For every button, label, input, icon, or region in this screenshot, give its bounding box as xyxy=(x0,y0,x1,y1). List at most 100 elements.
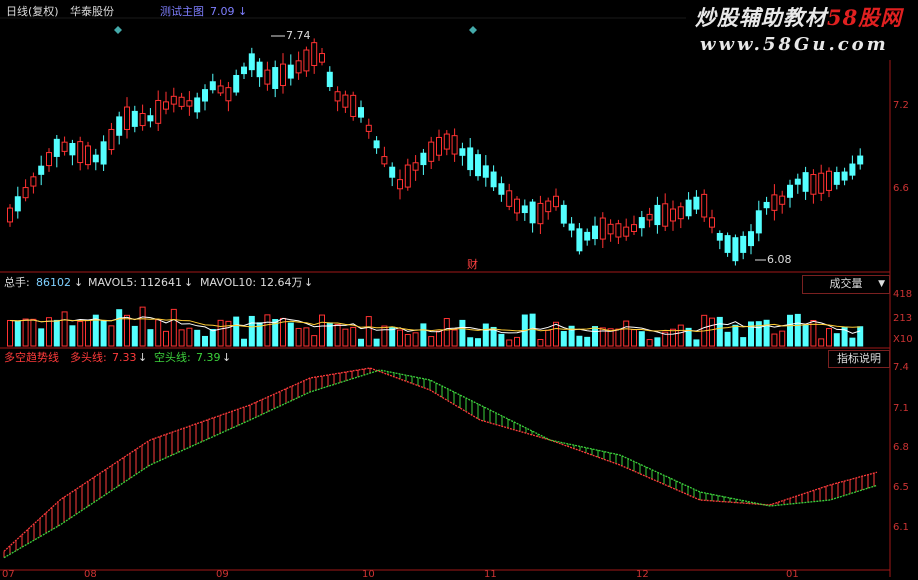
candle-body[interactable] xyxy=(381,156,388,165)
candle-body[interactable] xyxy=(124,106,130,130)
volume-bar[interactable] xyxy=(381,325,388,347)
volume-bar[interactable] xyxy=(264,314,271,347)
candle-body[interactable] xyxy=(701,193,708,218)
long-trend-line[interactable] xyxy=(3,367,878,552)
volume-bar[interactable] xyxy=(677,324,684,347)
trend-lines[interactable] xyxy=(3,367,878,559)
volume-bar[interactable] xyxy=(303,327,310,347)
volume-bar[interactable] xyxy=(14,320,21,347)
volume-bar[interactable] xyxy=(404,334,411,347)
volume-bar[interactable] xyxy=(506,339,513,347)
candle-body[interactable] xyxy=(311,42,318,66)
candle-body[interactable] xyxy=(506,190,513,207)
candle-body[interactable] xyxy=(155,99,162,124)
event-marker-icon[interactable] xyxy=(114,26,122,34)
volume-bar[interactable] xyxy=(857,326,864,347)
candle-body[interactable] xyxy=(810,174,817,195)
candle-body[interactable] xyxy=(545,200,552,213)
candle-body[interactable] xyxy=(186,100,193,107)
finance-marker[interactable]: 财 xyxy=(467,258,478,272)
candle-body[interactable] xyxy=(677,206,684,220)
indicator-selector[interactable]: 成交量 ▼ xyxy=(802,275,890,294)
candle-body[interactable] xyxy=(334,91,341,102)
volume-bar[interactable] xyxy=(77,321,84,347)
candle-body[interactable] xyxy=(53,138,60,157)
candle-body[interactable] xyxy=(802,172,809,192)
candle-body[interactable] xyxy=(498,183,505,195)
volume-bar[interactable] xyxy=(108,325,115,347)
volume-bar[interactable] xyxy=(358,338,364,347)
candle-body[interactable] xyxy=(170,95,177,105)
candle-body[interactable] xyxy=(615,223,622,238)
volume-bar[interactable] xyxy=(178,329,185,347)
event-marker-icon[interactable] xyxy=(469,26,477,34)
candle-body[interactable] xyxy=(553,195,559,208)
candle-body[interactable] xyxy=(787,184,793,198)
candle-body[interactable] xyxy=(85,145,91,166)
candle-body[interactable] xyxy=(771,194,778,211)
volume-bar[interactable] xyxy=(794,313,801,347)
candle-body[interactable] xyxy=(14,196,21,212)
volume-bar[interactable] xyxy=(818,338,825,347)
volume-bar[interactable] xyxy=(646,339,653,347)
candle-body[interactable] xyxy=(826,170,832,191)
candle-body[interactable] xyxy=(373,140,380,149)
volume-bar[interactable] xyxy=(670,328,676,347)
candle-body[interactable] xyxy=(92,154,99,163)
candle-body[interactable] xyxy=(116,116,123,136)
candle-body[interactable] xyxy=(443,133,450,150)
volume-bar[interactable] xyxy=(553,321,559,347)
candle-body[interactable] xyxy=(365,124,372,132)
volume-bar[interactable] xyxy=(53,319,60,347)
candle-body[interactable] xyxy=(202,89,208,102)
volume-bar[interactable] xyxy=(584,336,591,347)
volume-bar[interactable] xyxy=(459,319,466,347)
candle-body[interactable] xyxy=(264,69,271,85)
candle-body[interactable] xyxy=(233,75,240,93)
volume-bar[interactable] xyxy=(139,306,146,347)
volume-bar[interactable] xyxy=(763,319,770,347)
candle-body[interactable] xyxy=(280,63,286,87)
volume-bar[interactable] xyxy=(420,323,427,347)
candle-body[interactable] xyxy=(521,205,528,214)
volume-bar[interactable] xyxy=(514,336,520,347)
volume-bar[interactable] xyxy=(397,329,403,347)
candle-body[interactable] xyxy=(841,171,848,181)
volume-bar[interactable] xyxy=(373,338,380,347)
candle-body[interactable] xyxy=(108,128,115,151)
volume-bar[interactable] xyxy=(85,319,91,347)
candle-body[interactable] xyxy=(342,94,349,108)
candle-body[interactable] xyxy=(638,217,645,229)
candle-body[interactable] xyxy=(475,154,481,177)
dropdown-arrow-icon[interactable]: ▼ xyxy=(878,276,885,292)
volume-bar[interactable] xyxy=(724,331,731,347)
candle-body[interactable] xyxy=(662,203,669,227)
candle-body[interactable] xyxy=(459,148,466,156)
candle-body[interactable] xyxy=(584,231,591,241)
candle-body[interactable] xyxy=(560,204,567,224)
chart-canvas[interactable] xyxy=(0,0,918,577)
short-trend-line[interactable] xyxy=(3,369,878,559)
volume-bar[interactable] xyxy=(147,329,154,347)
volume-bar[interactable] xyxy=(287,322,294,347)
candle-body[interactable] xyxy=(46,152,52,167)
candle-body[interactable] xyxy=(514,198,520,214)
volume-bar[interactable] xyxy=(638,331,645,347)
volume-bar[interactable] xyxy=(779,330,786,347)
candle-body[interactable] xyxy=(147,115,154,122)
volume-bar[interactable] xyxy=(576,335,583,347)
indicator-help-button[interactable]: 指标说明 xyxy=(828,350,890,368)
candle-body[interactable] xyxy=(248,53,255,71)
candle-body[interactable] xyxy=(490,171,497,188)
candle-body[interactable] xyxy=(397,179,403,190)
volume-bar[interactable] xyxy=(498,333,505,347)
volume-bar[interactable] xyxy=(740,337,747,347)
candle-body[interactable] xyxy=(833,172,840,185)
volume-bar[interactable] xyxy=(30,318,37,347)
candle-body[interactable] xyxy=(209,81,216,91)
volume-bar[interactable] xyxy=(334,323,341,347)
candle-body[interactable] xyxy=(77,141,84,164)
candle-body[interactable] xyxy=(178,96,185,107)
candle-body[interactable] xyxy=(100,141,107,165)
volume-bar[interactable] xyxy=(467,337,474,347)
